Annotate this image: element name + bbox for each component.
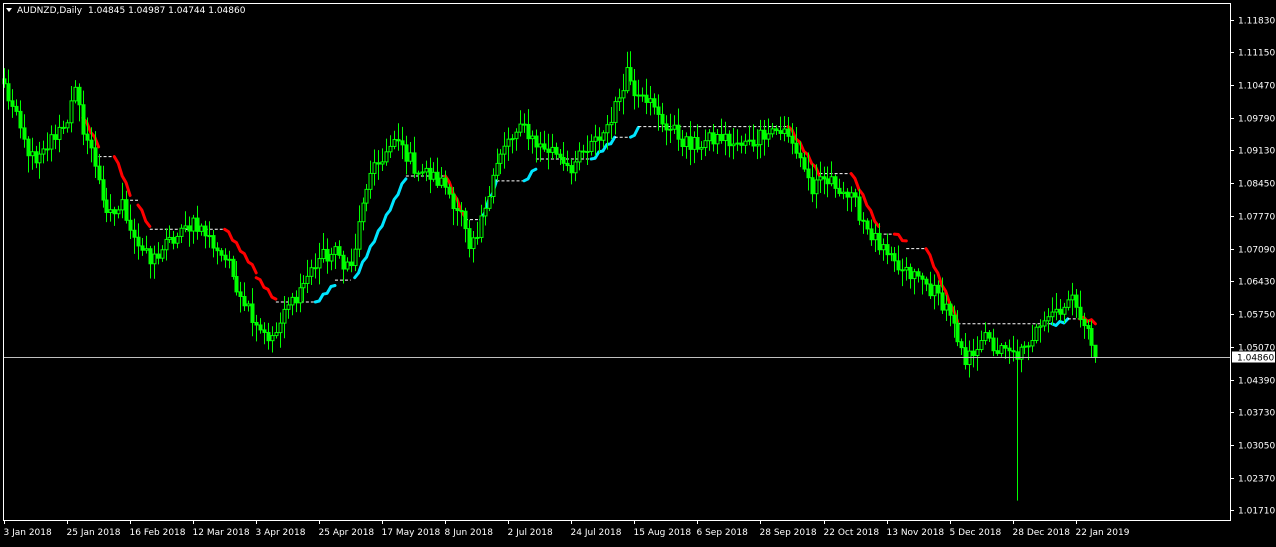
y-tick-label: 1.03050 (1238, 442, 1275, 452)
chart-svg: 1.11830 1.11150 1.10470 1.09790 1.09130 1.084… (0, 0, 1276, 543)
x-tick-label: 3 Apr 2018 (256, 528, 306, 538)
x-tick-label: 15 Aug 2018 (634, 528, 692, 538)
x-tick-label: 24 Jul 2018 (571, 528, 622, 538)
y-tick-label: 1.05750 (1238, 311, 1275, 321)
x-tick-label: 25 Apr 2018 (319, 528, 375, 538)
chart-header: AUDNZD,Daily 1.04845 1.04987 1.04744 1.0… (6, 6, 246, 16)
x-tick-label: 2 Jul 2018 (508, 528, 553, 538)
x-tick-label: 25 Jan 2018 (67, 528, 121, 538)
x-tick-label: 17 May 2018 (382, 528, 441, 538)
x-tick-label: 12 Mar 2018 (193, 528, 250, 538)
symbol-timeframe-label: AUDNZD,Daily (17, 6, 83, 16)
y-tick-label: 1.07770 (1238, 213, 1275, 223)
y-tick-label: 1.09130 (1238, 147, 1275, 157)
x-tick-label: 5 Dec 2018 (950, 528, 1002, 538)
y-tick-label: 1.03730 (1238, 409, 1275, 419)
current-price-label: 1.04860 (1232, 351, 1275, 364)
ohlc-values: 1.04845 1.04987 1.04744 1.04860 (88, 6, 246, 16)
x-tick-label: 8 Jun 2018 (445, 528, 494, 538)
x-tick-label: 28 Sep 2018 (760, 528, 817, 538)
y-tick-label: 1.11830 (1238, 17, 1275, 27)
y-tick-label: 1.02370 (1238, 475, 1275, 485)
x-tick-label: 28 Dec 2018 (1013, 528, 1071, 538)
y-tick-label: 1.01710 (1238, 507, 1275, 517)
y-tick-label: 1.08450 (1238, 180, 1275, 190)
y-tick-label: 1.11150 (1238, 49, 1275, 59)
x-tick-label: 3 Jan 2018 (4, 528, 52, 538)
x-tick-label: 22 Oct 2018 (824, 528, 880, 538)
x-tick-label: 6 Sep 2018 (697, 528, 749, 538)
y-tick-label: 1.06430 (1238, 278, 1275, 288)
y-tick-label: 1.10470 (1238, 82, 1275, 92)
y-tick-label: 1.04390 (1238, 377, 1275, 387)
x-tick-label: 13 Nov 2018 (887, 528, 945, 538)
y-tick-label: 1.09790 (1238, 115, 1275, 125)
x-tick-label: 22 Jan 2019 (1076, 528, 1130, 538)
price-chart[interactable]: 1.11830 1.11150 1.10470 1.09790 1.09130 1.084… (0, 0, 1276, 543)
current-price-value: 1.04860 (1237, 354, 1274, 364)
x-tick-label: 16 Feb 2018 (130, 528, 186, 538)
y-tick-label: 1.07090 (1238, 246, 1275, 256)
